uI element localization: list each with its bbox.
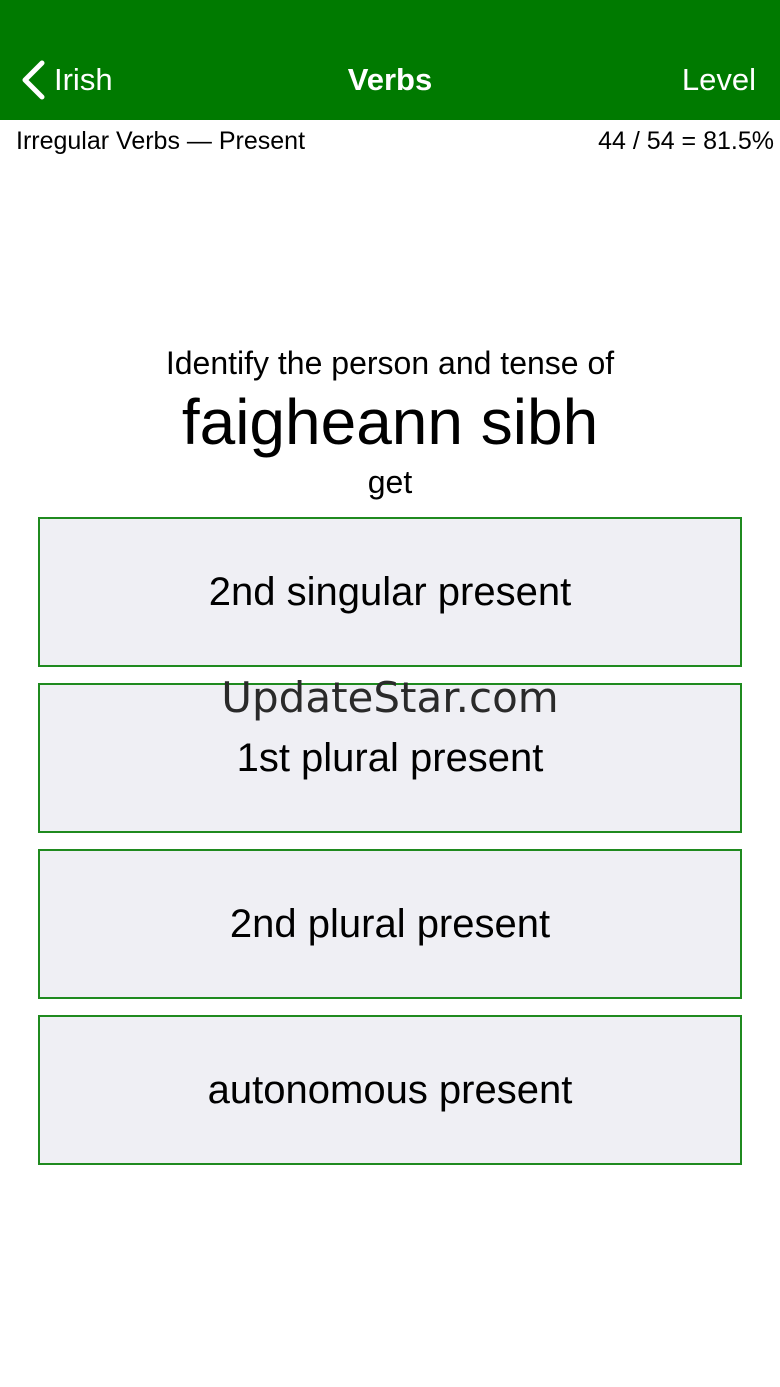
question-prompt: Identify the person and tense of — [165, 345, 615, 381]
answer-option-4[interactable]: autonomous present — [38, 1015, 742, 1165]
level-button[interactable]: Level — [682, 56, 756, 104]
back-button[interactable]: Irish — [20, 56, 113, 104]
answer-option-label: autonomous present — [207, 1067, 573, 1112]
question-meaning: get — [367, 464, 413, 500]
question-word: faigheann sibh — [181, 386, 599, 458]
answer-option-label: 2nd singular present — [208, 569, 572, 614]
category-label: Irregular Verbs — Present — [16, 127, 306, 155]
answer-option-3[interactable]: 2nd plural present — [38, 849, 742, 999]
chevron-left-icon — [20, 60, 46, 100]
answer-option-label: 2nd plural present — [229, 901, 551, 946]
score-label: 44 / 54 = 81.5% — [598, 127, 774, 155]
page-title: Verbs — [347, 62, 433, 97]
back-button-label: Irish — [54, 62, 113, 97]
navigation-bar: Irish Verbs Level — [0, 0, 780, 120]
answer-option-2[interactable]: 1st plural present — [38, 683, 742, 833]
answer-option-label: 1st plural present — [236, 735, 544, 780]
answer-option-1[interactable]: 2nd singular present — [38, 517, 742, 667]
